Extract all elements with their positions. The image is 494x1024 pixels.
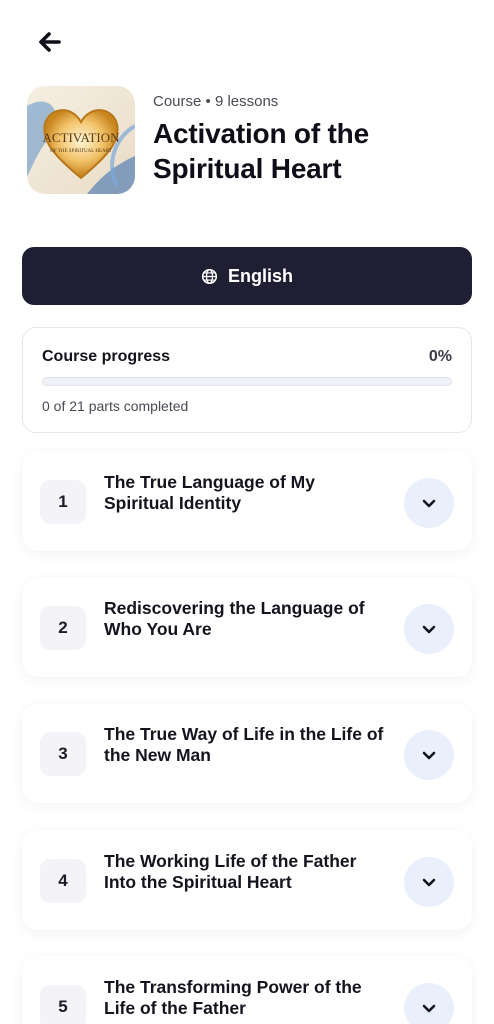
expand-button[interactable] (404, 478, 454, 528)
lesson-item[interactable]: 4 The Working Life of the Father Into th… (22, 830, 472, 930)
chevron-down-icon (422, 878, 436, 886)
lesson-number: 3 (40, 732, 86, 776)
page-title: Activation of the Spiritual Heart (153, 118, 369, 184)
lesson-title: The Transforming Power of the Life of th… (104, 977, 362, 1018)
expand-button[interactable] (404, 857, 454, 907)
course-thumbnail: ACTIVATION OF THE SPIRITUAL HEART (27, 86, 135, 194)
thumbnail-text-sub: OF THE SPIRITUAL HEART (50, 149, 112, 154)
progress-completed-text: 0 of 21 parts completed (42, 398, 189, 414)
language-button[interactable]: English (22, 247, 472, 305)
lesson-item[interactable]: 1 The True Language of My Spiritual Iden… (22, 451, 472, 551)
chevron-down-icon (422, 625, 436, 633)
progress-bar (42, 377, 452, 386)
chevron-down-icon (422, 751, 436, 759)
lesson-item[interactable]: 2 Rediscovering the Language of Who You … (22, 577, 472, 677)
lesson-item[interactable]: 3 The True Way of Life in the Life of th… (22, 703, 472, 803)
progress-percent: 0% (428, 348, 452, 365)
expand-button[interactable] (404, 604, 454, 654)
progress-card: Course progress 0% 0 of 21 parts complet… (22, 327, 472, 433)
lesson-item[interactable]: 5 The Transforming Power of the Life of … (22, 956, 472, 1024)
lesson-title: The True Language of My Spiritual Identi… (104, 472, 315, 513)
lesson-number: 4 (40, 859, 86, 903)
lesson-title: Rediscovering the Language of Who You Ar… (104, 598, 365, 639)
globe-icon (201, 268, 218, 284)
lesson-number: 5 (40, 985, 86, 1024)
language-label: English (227, 265, 293, 286)
progress-label: Course progress (42, 348, 171, 365)
thumbnail-text-main: ACTIVATION (42, 130, 120, 145)
back-button[interactable] (34, 28, 66, 56)
chevron-down-icon (422, 499, 436, 507)
chevron-down-icon (422, 1004, 436, 1012)
lesson-number: 1 (40, 480, 86, 524)
arrow-left-icon (39, 32, 61, 52)
course-header: ACTIVATION OF THE SPIRITUAL HEART Course… (27, 86, 474, 194)
lesson-title: The True Way of Life in the Life of the … (104, 724, 384, 765)
expand-button[interactable] (404, 983, 454, 1024)
expand-button[interactable] (404, 730, 454, 780)
course-meta: Course • 9 lessons (153, 93, 279, 110)
lesson-title: The Working Life of the Father Into the … (104, 851, 357, 892)
lesson-number: 2 (40, 606, 86, 650)
